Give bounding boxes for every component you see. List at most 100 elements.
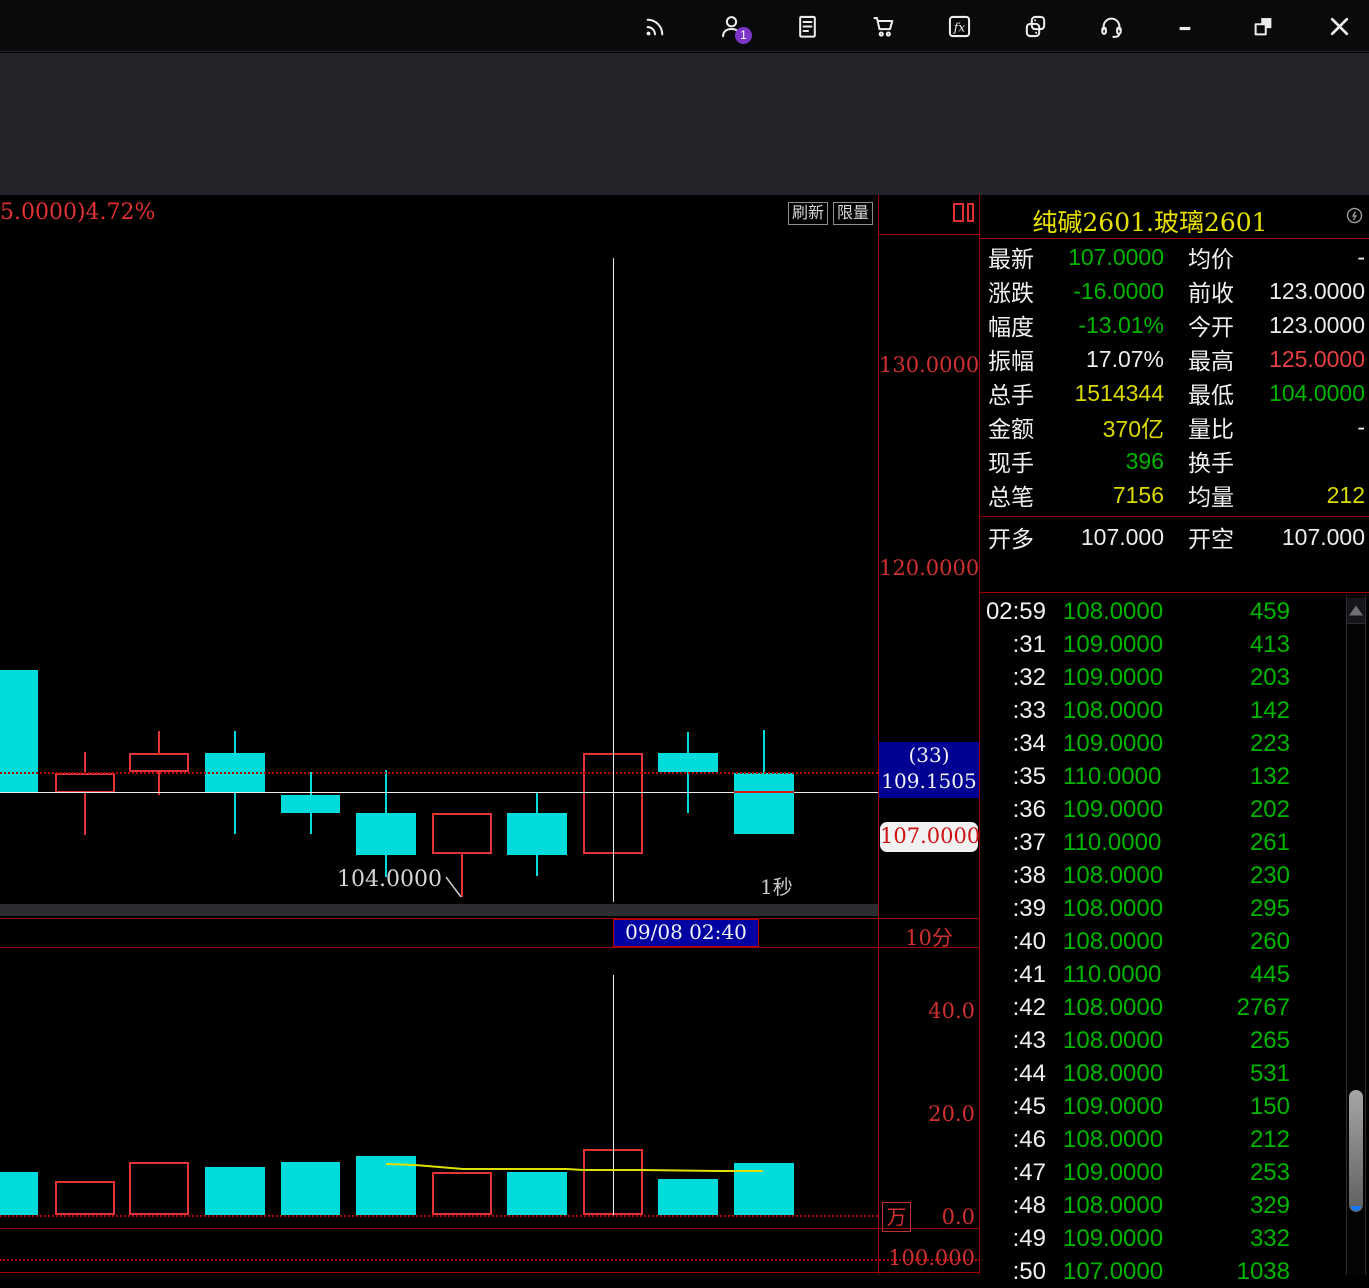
candle-wick [536, 793, 538, 813]
tick-row: :38108.0000230 [980, 859, 1369, 892]
svg-text:fx: fx [953, 20, 966, 34]
formula-icon[interactable]: fx [946, 13, 973, 40]
crosshair-bar-index: (33) [879, 742, 979, 768]
open-short-value: 107.000 [1258, 524, 1369, 551]
candle-wick [234, 793, 236, 834]
quote-separator [980, 516, 1369, 517]
tick-row: :31109.0000413 [980, 628, 1369, 661]
time-strip-bottom-line [0, 947, 980, 948]
candle [432, 813, 492, 854]
volume-bar [507, 1172, 567, 1215]
candle-wick [84, 793, 86, 835]
tick-row: :43108.0000265 [980, 1024, 1369, 1057]
headset-icon[interactable] [1098, 13, 1125, 40]
tick-row: :36109.0000202 [980, 793, 1369, 826]
candlestick-chart[interactable]: 5.0000)4.72% 刷新 限量 104.0000 1秒 09/08 02:… [0, 195, 878, 1275]
position-row: 开多 107.000 开空 107.000 [980, 520, 1369, 554]
period-label: 1秒 [760, 871, 793, 900]
tick-row: :35110.0000132 [980, 760, 1369, 793]
sub-panel-gridline [0, 1259, 980, 1261]
tick-row: :34109.0000223 [980, 727, 1369, 760]
crosshair-price: 109.1505 [879, 768, 979, 794]
tick-row: :41110.0000445 [980, 958, 1369, 991]
axis-tick-120: 120.0000 [879, 556, 979, 580]
tick-row: :42108.00002767 [980, 991, 1369, 1024]
volume-bar [658, 1179, 718, 1215]
close-icon[interactable] [1326, 13, 1353, 40]
candle-wick [687, 732, 689, 753]
window-titlebar: 1 fx [0, 0, 1369, 52]
cart-icon[interactable] [870, 13, 897, 40]
scroll-up-button[interactable] [1347, 598, 1365, 624]
volume-bar [734, 1163, 794, 1215]
tick-row: :47109.0000253 [980, 1156, 1369, 1189]
main-area: 5.0000)4.72% 刷新 限量 104.0000 1秒 09/08 02:… [0, 195, 1369, 1275]
up-arrow-icon [1349, 605, 1363, 615]
ticklist-separator [980, 592, 1369, 593]
quote-row: 涨跌-16.0000前收123.0000 [980, 274, 1369, 308]
candle-wick [158, 731, 160, 753]
minimize-icon[interactable] [1174, 13, 1201, 40]
last-price-box: 107.0000 [880, 822, 978, 852]
candle [55, 773, 115, 793]
restore-icon[interactable] [1250, 13, 1277, 40]
tick-row: :50107.00001038 [980, 1255, 1369, 1288]
candle-wick [310, 813, 312, 834]
volume-bar [129, 1162, 189, 1215]
quote-row: 现手396换手 [980, 444, 1369, 478]
news-list-icon[interactable] [794, 13, 821, 40]
rss-icon[interactable] [642, 13, 669, 40]
tick-row: :44108.0000531 [980, 1057, 1369, 1090]
volume-bar [205, 1167, 265, 1215]
time-axis-scrollbar[interactable] [0, 904, 878, 916]
volume-bar [0, 1172, 38, 1215]
power-status-icon[interactable] [1346, 207, 1363, 224]
candle [281, 795, 340, 813]
quote-grid: 最新107.0000均价-涨跌-16.0000前收123.0000幅度-13.0… [980, 240, 1369, 512]
open-short-label: 开空 [1180, 520, 1258, 554]
contract-title[interactable]: 纯碱2601.玻璃2601 [1010, 203, 1290, 239]
volume-unit-box: 万 [882, 1202, 911, 1232]
quote-row: 幅度-13.01%今开123.0000 [980, 308, 1369, 342]
notification-badge: 1 [735, 27, 752, 44]
user-icon[interactable]: 1 [718, 13, 745, 40]
open-long-value: 107.000 [1044, 524, 1164, 551]
quote-panel: 纯碱2601.玻璃2601 最新107.0000均价-涨跌-16.0000前收1… [980, 195, 1369, 1275]
tick-row: :46108.0000212 [980, 1123, 1369, 1156]
toolbar-panel [0, 53, 1369, 195]
title-separator [980, 238, 1369, 239]
quote-row: 最新107.0000均价- [980, 240, 1369, 274]
candle [356, 813, 416, 855]
python-icon[interactable] [1022, 13, 1049, 40]
tick-row: :37110.0000261 [980, 826, 1369, 859]
titlebar-icon-group: 1 fx [642, 0, 1353, 52]
volume-period-label: 10分 [879, 922, 979, 952]
candle-wick [763, 730, 765, 773]
low-price-annotation: 104.0000 [336, 867, 442, 892]
tick-row: :33108.0000142 [980, 694, 1369, 727]
axis-header-line [879, 234, 979, 235]
sub-panel-tick: 100.000 [879, 1246, 979, 1270]
prev-settle-line [0, 772, 878, 774]
candle [734, 773, 794, 834]
volume-bar [432, 1172, 492, 1215]
tick-scrollbar[interactable] [1346, 595, 1366, 1275]
tick-row: :40108.0000260 [980, 925, 1369, 958]
open-long-label: 开多 [980, 520, 1044, 554]
candle-wick [84, 752, 86, 773]
candle-wick [461, 854, 463, 897]
volume-tick-40: 40.0 [879, 999, 979, 1023]
scrollbar-thumb[interactable] [1349, 1090, 1363, 1212]
candle [129, 753, 189, 772]
candle-layer [0, 195, 878, 1275]
quote-row: 总笔7156均量212 [980, 478, 1369, 512]
candle-wick [536, 855, 538, 876]
volume-bar [281, 1162, 340, 1215]
volume-panel-bottom-line [0, 1228, 980, 1229]
split-view-icon[interactable] [953, 203, 974, 222]
crosshair-vline-lower [613, 975, 614, 1216]
time-strip-top-line [0, 918, 980, 919]
quote-row: 金额370亿量比- [980, 410, 1369, 444]
volume-baseline [0, 1215, 878, 1217]
tick-list[interactable]: 02:59108.0000459:31109.0000413:32109.000… [980, 595, 1369, 1288]
